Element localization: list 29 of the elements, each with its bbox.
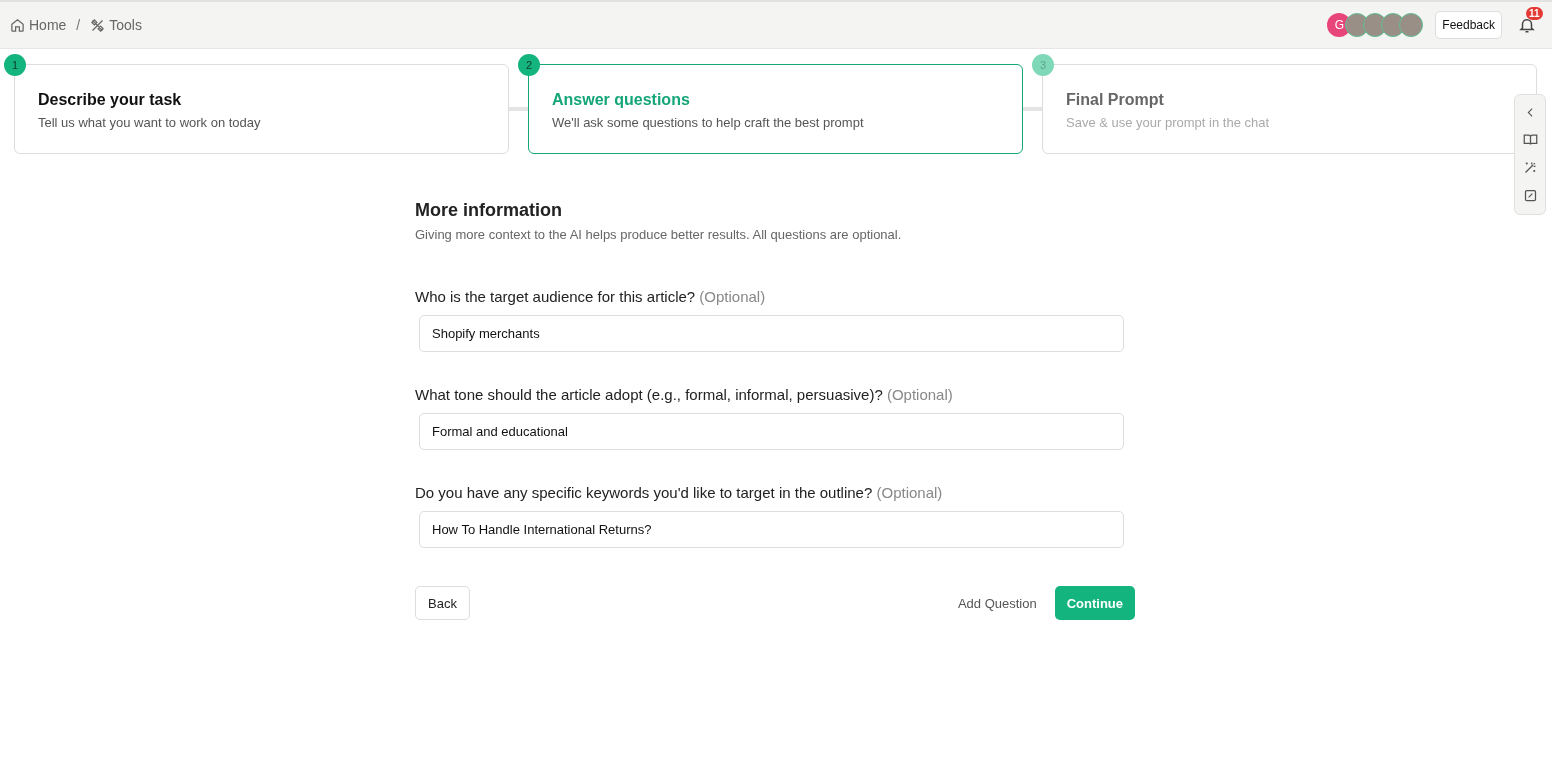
- breadcrumb-separator: /: [76, 17, 81, 33]
- add-question-button[interactable]: Add Question: [957, 595, 1037, 611]
- question-label: What tone should the article adopt (e.g., formal, informal, persuasive)? (Optional): [415, 386, 954, 403]
- breadcrumb-link[interactable]: Home: [10, 17, 67, 33]
- tools-icon: [90, 17, 106, 33]
- step-title: Final Prompt: [1066, 91, 1165, 109]
- back-button[interactable]: Back: [415, 586, 470, 620]
- question-label: Do you have any specific keywords you'd like to target in the outline? (Optional): [415, 484, 944, 501]
- step-number: 2: [518, 54, 540, 76]
- book-icon[interactable]: [1522, 131, 1538, 147]
- question-label: Who is the target audience for this article? (Optional): [415, 288, 767, 305]
- home-icon: [10, 17, 25, 33]
- feedback-button[interactable]: Feedback: [1435, 11, 1502, 39]
- step-title: Describe your task: [38, 91, 183, 109]
- bell-icon[interactable]: [1518, 16, 1536, 34]
- edit-icon[interactable]: [1522, 188, 1538, 204]
- section-description: Giving more context to the AI helps produce better results. All questions are optional.: [415, 227, 903, 242]
- notification-count: 11: [1526, 7, 1543, 20]
- answer-field[interactable]: Formal and educational: [419, 413, 1124, 450]
- section-title: More information: [415, 200, 563, 221]
- step-subtitle: Tell us what you want to work on today: [38, 115, 262, 130]
- answer-field[interactable]: How To Handle International Returns?: [419, 511, 1124, 548]
- breadcrumb-link[interactable]: Tools: [90, 17, 142, 33]
- answer-field[interactable]: Shopify merchants: [419, 315, 1124, 352]
- avatar: [1399, 13, 1424, 37]
- step-title: Answer questions: [552, 91, 691, 109]
- step-number: 1: [4, 54, 26, 76]
- step-subtitle: Save & use your prompt in the chat: [1066, 115, 1271, 130]
- step-subtitle: We'll ask some questions to help craft the best prompt: [552, 115, 865, 130]
